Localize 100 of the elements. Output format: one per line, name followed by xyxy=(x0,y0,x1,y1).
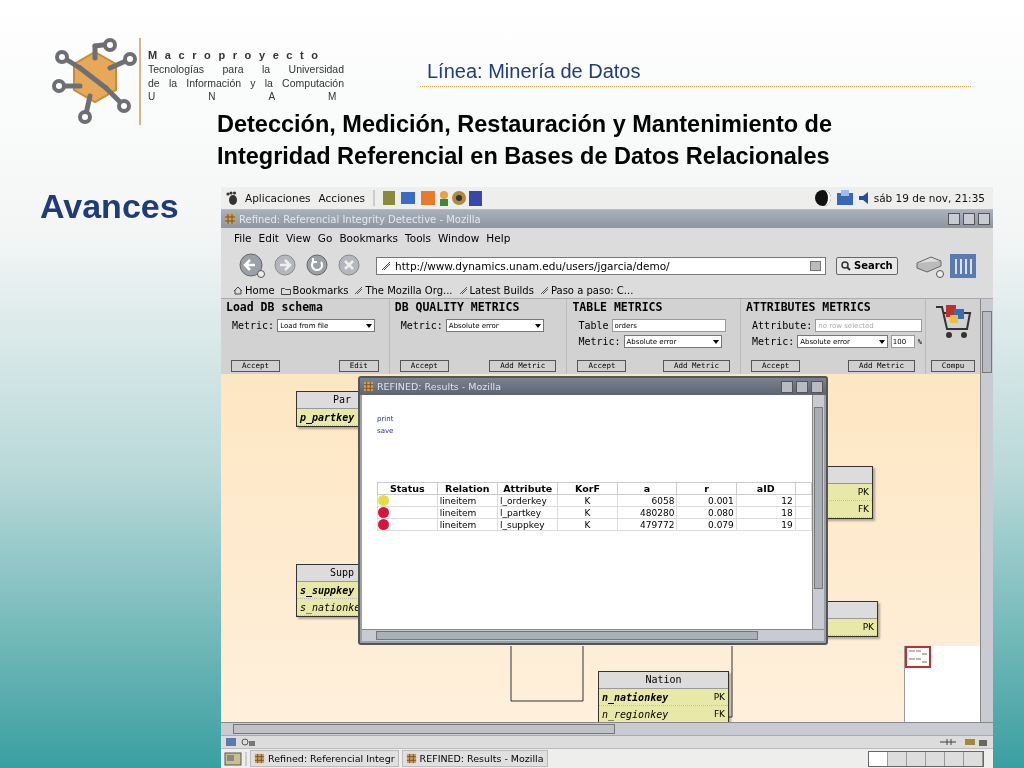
panel-menu[interactable]: Acciones xyxy=(316,192,368,204)
entity-title: Nation xyxy=(645,674,682,685)
close-button[interactable] xyxy=(811,380,823,393)
table-cell: K xyxy=(584,507,591,518)
section-heading: Avances xyxy=(39,187,180,225)
minimap[interactable] xyxy=(904,646,980,722)
key-label: PK xyxy=(862,622,874,632)
window-title: REFINED: Results - Mozilla xyxy=(377,381,502,392)
column-header[interactable]: Status xyxy=(377,482,438,495)
foot-icon[interactable] xyxy=(225,191,239,205)
menu-item[interactable]: Window xyxy=(437,232,480,244)
moon-icon[interactable] xyxy=(813,189,832,207)
menu-item[interactable]: Help xyxy=(486,232,511,244)
column-header[interactable]: a xyxy=(617,482,677,495)
taskbar-button[interactable]: Refined: Referencial Integr xyxy=(250,750,399,767)
app-icon xyxy=(254,753,265,764)
horizontal-scrollbar[interactable] xyxy=(221,722,993,735)
caret-icon xyxy=(712,339,719,344)
table-cell: K xyxy=(584,495,591,506)
organization-text: UNAM xyxy=(148,90,344,104)
show-desktop-icon[interactable] xyxy=(224,751,242,766)
taskbar-button[interactable]: REFINED: Results - Mozilla xyxy=(401,750,548,767)
bookmark-link[interactable]: Home xyxy=(233,285,275,296)
minimap-viewport[interactable] xyxy=(905,646,931,668)
table-cell: lineitem xyxy=(439,519,477,530)
column-header[interactable]: r xyxy=(676,482,737,495)
app-icon xyxy=(405,753,417,764)
close-button[interactable] xyxy=(978,213,990,225)
column-header[interactable]: KorF xyxy=(557,482,618,495)
window-title: Refined: Referencial Integrity Detective - Mozilla xyxy=(239,213,481,225)
table-cell: 479772 xyxy=(640,519,675,530)
table-cell: K xyxy=(584,519,591,530)
maximize-button[interactable] xyxy=(963,213,975,225)
vertical-scrollbar[interactable] xyxy=(812,395,824,629)
table-cell: l_orderkey xyxy=(499,495,547,506)
menu-item[interactable]: Bookmarks xyxy=(339,232,399,244)
forward-button[interactable] xyxy=(272,252,298,279)
bookmark-icon xyxy=(539,286,549,295)
volume-icon[interactable] xyxy=(857,191,870,205)
bookmark-icon xyxy=(458,286,468,295)
field-label: Metric: xyxy=(752,336,795,347)
horizontal-scrollbar[interactable] xyxy=(362,629,824,641)
panel-menu[interactable]: Aplicaciones xyxy=(243,192,313,204)
key-label: PK xyxy=(713,692,725,702)
table-cell: lineitem xyxy=(439,507,477,518)
menu-item[interactable]: Tools xyxy=(405,232,431,244)
stop-button[interactable] xyxy=(336,252,362,279)
slide-title: Detección, Medición, Restauración y Mantenimiento de Integridad Referencial en Bases de Datos Relacionales xyxy=(217,110,834,171)
search-button[interactable]: Search xyxy=(836,256,898,275)
status-icons[interactable] xyxy=(939,737,989,747)
app-icon xyxy=(363,381,374,392)
column-header[interactable]: Relation xyxy=(437,482,498,495)
table-cell: 0.080 xyxy=(708,507,734,518)
key-label: FK xyxy=(857,504,869,514)
table-entity[interactable]: Nation n_nationkey PK n_regionkey FK xyxy=(598,671,729,722)
field-label: Metric: xyxy=(400,320,443,331)
caret-icon xyxy=(534,323,541,328)
bookmark-link[interactable]: Paso a paso: C... xyxy=(539,285,634,296)
table-cell: 12 xyxy=(781,495,793,506)
vertical-scrollbar[interactable] xyxy=(980,299,993,722)
column-name: s_nationke xyxy=(300,601,361,613)
menu-item[interactable]: View xyxy=(285,232,311,244)
panel-title: ATTRIBUTES METRICS xyxy=(745,300,872,314)
field-label: Attribute: xyxy=(752,320,813,331)
minimize-button[interactable] xyxy=(948,213,960,225)
table-cell: l_suppkey xyxy=(499,519,545,530)
menu-item[interactable]: Edit xyxy=(258,232,279,244)
workspace-switcher[interactable] xyxy=(868,750,984,767)
bookmark-link[interactable]: Bookmarks xyxy=(280,285,349,296)
column-name: p_partkey xyxy=(300,411,355,423)
table-cell: l_partkey xyxy=(499,507,542,518)
key-label: FK xyxy=(713,709,725,719)
bookmark-link[interactable]: Latest Builds xyxy=(458,285,534,296)
address-field[interactable]: http://www.dynamics.unam.edu/users/jgarcia/demo/ xyxy=(376,256,826,275)
entity-title: Par xyxy=(332,394,352,405)
key-label: PK xyxy=(857,487,869,497)
search-icon xyxy=(841,260,851,271)
reload-button[interactable] xyxy=(304,252,330,279)
back-button[interactable] xyxy=(238,252,266,279)
minimize-button[interactable] xyxy=(781,380,793,393)
field-label: Metric: xyxy=(232,320,275,331)
table-cell: 6058 xyxy=(651,495,675,506)
subtitle: Línea: Minería de Datos xyxy=(420,60,971,87)
column-header[interactable]: aID xyxy=(736,482,796,495)
panel-title: Load DB schema xyxy=(225,300,324,314)
organization-text: Tecnologías para la Universidad xyxy=(148,62,344,76)
organization-text: de la Información y la Computación xyxy=(148,76,344,90)
dropdown-icon[interactable] xyxy=(810,260,821,271)
field-label: Metric: xyxy=(578,336,621,347)
folder-icon xyxy=(280,286,291,295)
entity-title: Supp xyxy=(329,567,355,578)
column-header[interactable]: Attribute xyxy=(497,482,558,495)
menu-item[interactable]: Go xyxy=(317,232,333,244)
launcher-icons[interactable] xyxy=(381,189,484,207)
table-cell: 0.079 xyxy=(708,519,734,530)
menu-item[interactable]: File xyxy=(234,232,252,244)
mozilla-logo-icon[interactable] xyxy=(949,253,976,278)
bookmark-link[interactable]: The Mozilla Org... xyxy=(354,285,453,296)
maximize-button[interactable] xyxy=(796,380,808,393)
clock[interactable]: sáb 19 de nov, 21:35 xyxy=(873,192,985,204)
